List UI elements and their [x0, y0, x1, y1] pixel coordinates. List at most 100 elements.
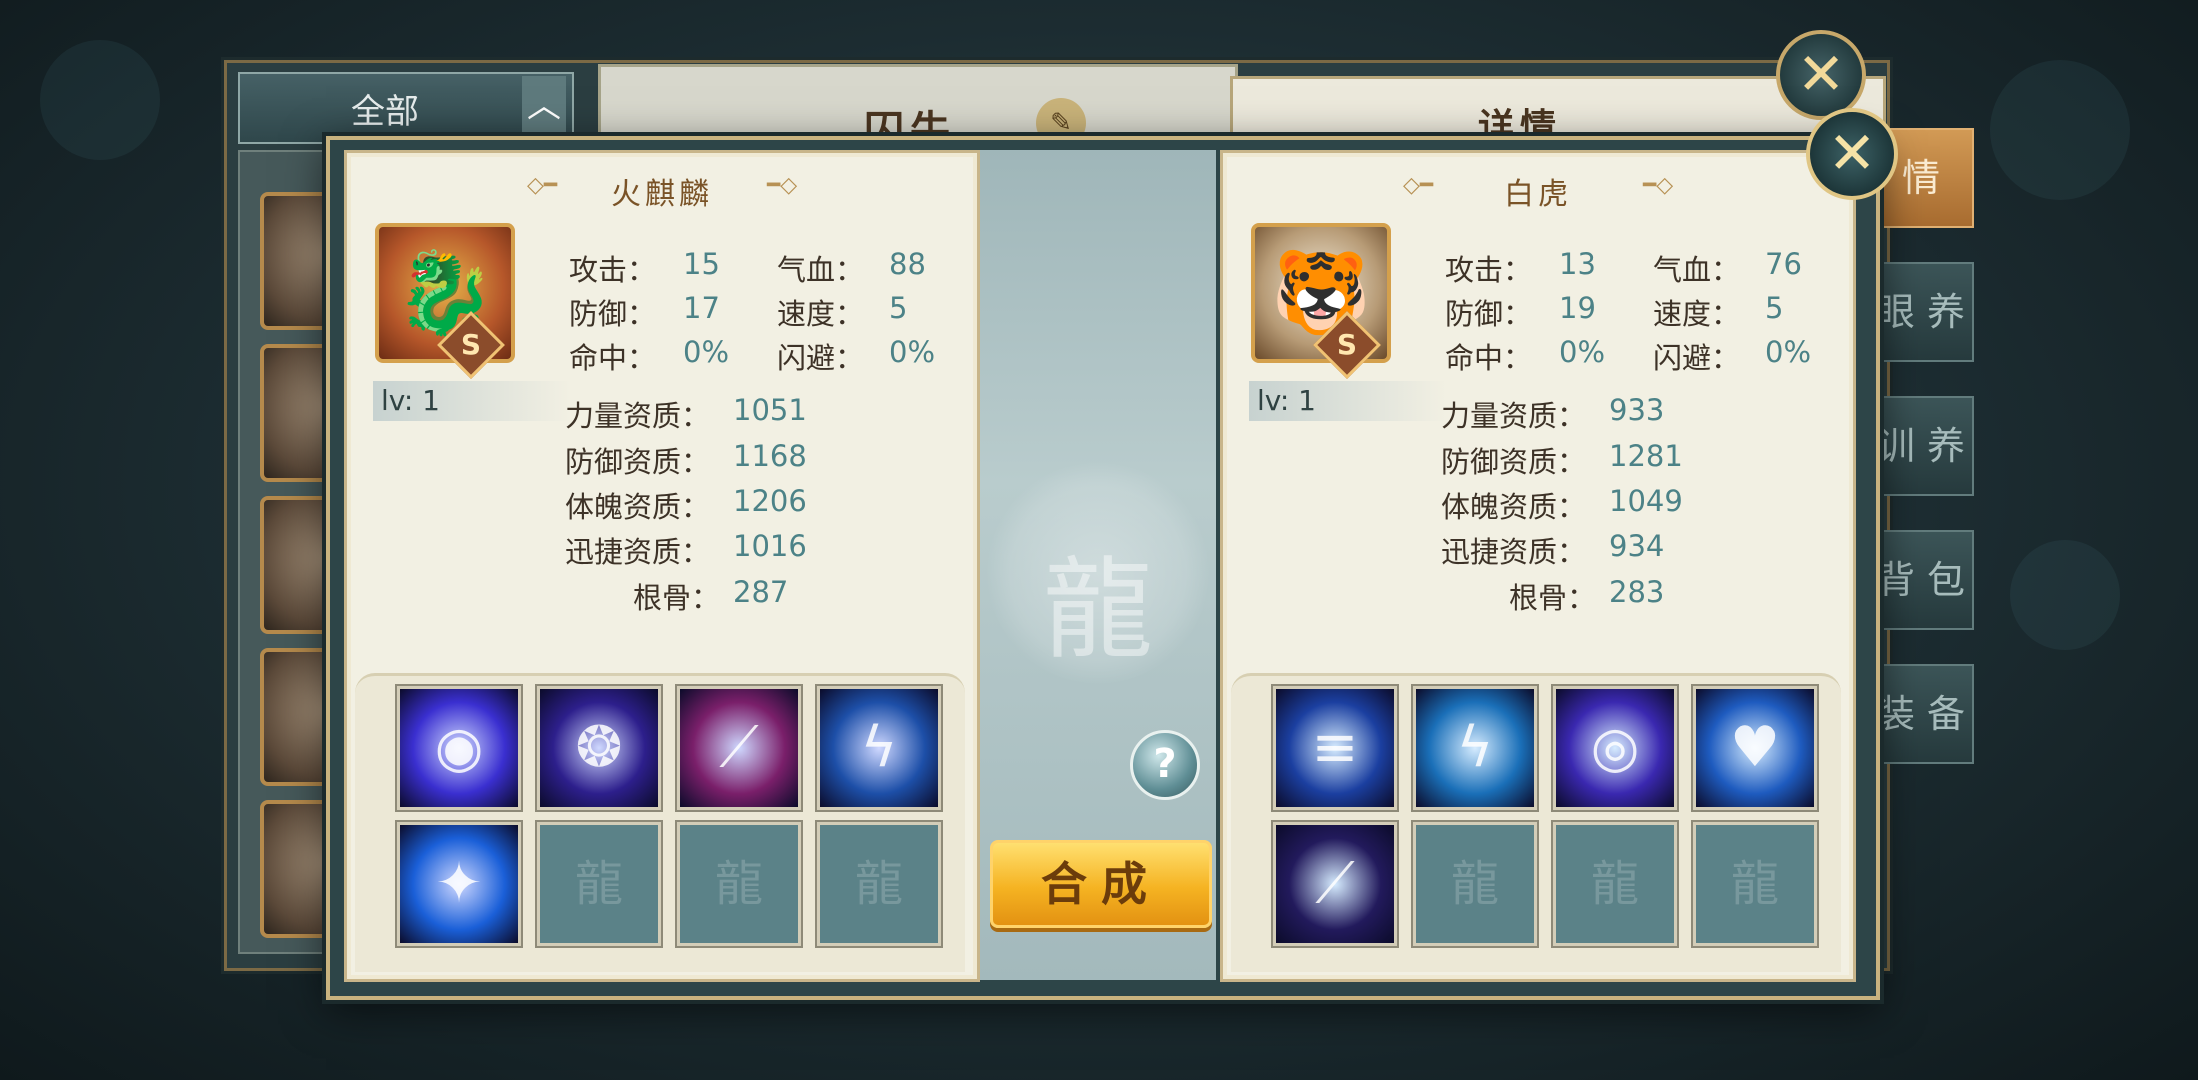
purple-wing-icon: ❂ — [575, 715, 623, 780]
skill-grid: ◉ ❂ ⟋ ϟ ✦ 龍 龍 龍 — [355, 673, 965, 972]
empty-skill-slot[interactable]: 龍 — [1553, 822, 1677, 946]
dodge-value: 0% — [1765, 335, 1812, 369]
hp-label: 气血： — [1653, 253, 1741, 287]
lightning-strike-icon: ϟ — [860, 715, 898, 780]
thunder-icon: ϟ — [1456, 715, 1494, 780]
bone-label: 根骨： — [633, 581, 721, 615]
skill-slot[interactable]: ◎ — [1553, 686, 1677, 810]
agility-aptitude-label: 迅捷资质： — [1441, 535, 1587, 569]
defense-aptitude-label: 防御资质： — [565, 445, 711, 479]
empty-skill-slot[interactable]: 龍 — [537, 822, 661, 946]
physique-aptitude-value: 1206 — [733, 484, 807, 518]
attack-value: 15 — [683, 247, 720, 281]
tab-train[interactable]: 训 养 — [1868, 396, 1974, 496]
close-icon[interactable]: ✕ — [1776, 30, 1866, 120]
attack-value: 13 — [1559, 247, 1596, 281]
speed-label: 速度： — [777, 297, 865, 331]
hp-label: 气血： — [777, 253, 865, 287]
agility-aptitude-value: 1016 — [733, 529, 807, 563]
strength-aptitude-value: 1051 — [733, 393, 807, 427]
speed-value: 5 — [1765, 291, 1784, 325]
skill-slot[interactable]: ≡ — [1273, 686, 1397, 810]
pet-name: 火麒麟 — [611, 177, 713, 212]
violet-vortex-icon: ◎ — [1590, 715, 1640, 780]
agility-aptitude-label: 迅捷资质： — [565, 535, 711, 569]
empty-slot-icon: 龍 — [1450, 856, 1499, 912]
attack-label: 攻击： — [569, 253, 657, 287]
physique-aptitude-value: 1049 — [1609, 484, 1683, 518]
filter-label: 全部 — [351, 92, 419, 132]
bone-value: 287 — [733, 575, 789, 609]
skill-grid: ≡ ϟ ◎ ♥ ⟋ 龍 龍 龍 — [1231, 673, 1841, 972]
hit-value: 0% — [1559, 335, 1606, 369]
defense-value: 19 — [1559, 291, 1596, 325]
hp-value: 76 — [1765, 247, 1802, 281]
empty-skill-slot[interactable]: 龍 — [1693, 822, 1817, 946]
empty-slot-icon: 龍 — [1590, 856, 1639, 912]
blue-beast-icon: ✦ — [435, 851, 483, 916]
tab-nurture[interactable]: 眼 养 — [1868, 262, 1974, 362]
rank-label: S — [460, 328, 482, 361]
dodge-label: 闪避： — [1653, 341, 1741, 375]
strength-aptitude-label: 力量资质： — [565, 399, 711, 433]
empty-skill-slot[interactable]: 龍 — [1413, 822, 1537, 946]
hit-label: 命中： — [569, 341, 657, 375]
skill-slot[interactable]: ✦ — [397, 822, 521, 946]
empty-slot-icon: 龍 — [714, 856, 763, 912]
defense-aptitude-value: 1168 — [733, 439, 807, 473]
defense-value: 17 — [683, 291, 720, 325]
empty-slot-icon: 龍 — [1730, 856, 1779, 912]
hp-value: 88 — [889, 247, 926, 281]
empty-slot-icon: 龍 — [854, 856, 903, 912]
level-label: lv: 1 — [373, 381, 571, 421]
empty-skill-slot[interactable]: 龍 — [817, 822, 941, 946]
tab-bag[interactable]: 背 包 — [1868, 530, 1974, 630]
speed-value: 5 — [889, 291, 908, 325]
agility-aptitude-value: 934 — [1609, 529, 1665, 563]
skill-slot[interactable]: ❂ — [537, 686, 661, 810]
help-icon[interactable]: ? — [1130, 730, 1200, 800]
magenta-claw-icon: ⟋ — [719, 715, 759, 780]
skill-slot[interactable]: ϟ — [1413, 686, 1537, 810]
purple-orb-icon: ◉ — [434, 715, 484, 780]
defense-aptitude-value: 1281 — [1609, 439, 1683, 473]
physique-aptitude-label: 体魄资质： — [1441, 490, 1587, 524]
strength-aptitude-label: 力量资质： — [1441, 399, 1587, 433]
hit-label: 命中： — [1445, 341, 1533, 375]
rank-label: S — [1336, 328, 1358, 361]
left-pet-card: ◇━ ━◇ 火麒麟 🐉 S lv: 1 攻击： 15 气血： 88 防御： 17… — [344, 150, 980, 982]
skill-slot[interactable]: ⟋ — [1273, 822, 1397, 946]
background-bokeh — [40, 40, 160, 160]
defense-label: 防御： — [569, 297, 657, 331]
strength-aptitude-value: 933 — [1609, 393, 1665, 427]
speed-label: 速度： — [1653, 297, 1741, 331]
defense-label: 防御： — [1445, 297, 1533, 331]
background-bokeh — [1990, 60, 2130, 200]
skill-slot[interactable]: ⟋ — [677, 686, 801, 810]
collapse-arrow-icon[interactable]: ︿ — [522, 76, 566, 136]
physique-aptitude-label: 体魄资质： — [565, 490, 711, 524]
defense-aptitude-label: 防御资质： — [1441, 445, 1587, 479]
background-bokeh — [2010, 540, 2120, 650]
empty-slot-icon: 龍 — [574, 856, 623, 912]
empty-skill-slot[interactable]: 龍 — [677, 822, 801, 946]
tab-equip[interactable]: 装 备 — [1868, 664, 1974, 764]
close-icon[interactable]: ✕ — [1806, 108, 1898, 200]
combine-button[interactable]: 合成 — [990, 840, 1212, 928]
right-pet-card: ◇━ ━◇ 白虎 🐯 S lv: 1 攻击： 13 气血： 76 防御： 19 … — [1220, 150, 1856, 982]
attack-label: 攻击： — [1445, 253, 1533, 287]
pet-name: 白虎 — [1504, 177, 1572, 212]
skill-slot[interactable]: ϟ — [817, 686, 941, 810]
bone-value: 283 — [1609, 575, 1665, 609]
level-label: lv: 1 — [1249, 381, 1447, 421]
dragon-emblem-icon: 龍 — [1043, 546, 1153, 674]
dodge-label: 闪避： — [777, 341, 865, 375]
hit-value: 0% — [683, 335, 730, 369]
skill-slot[interactable]: ♥ — [1693, 686, 1817, 810]
dodge-value: 0% — [889, 335, 936, 369]
blue-claw-icon: ⟋ — [1315, 851, 1355, 916]
speed-streak-icon: ≡ — [1311, 715, 1359, 780]
blue-heart-icon: ♥ — [1729, 715, 1781, 780]
skill-slot[interactable]: ◉ — [397, 686, 521, 810]
bone-label: 根骨： — [1509, 581, 1597, 615]
